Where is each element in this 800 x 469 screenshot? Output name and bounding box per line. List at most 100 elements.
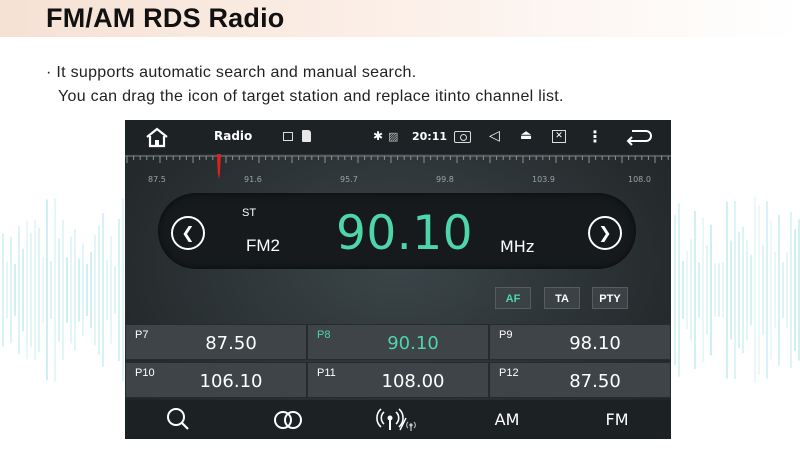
ta-button[interactable]: TA — [544, 287, 580, 309]
wave-bar — [114, 266, 116, 314]
wave-bar — [702, 217, 704, 363]
preset-frequency: 90.10 — [387, 333, 439, 354]
wave-bar — [746, 240, 748, 340]
wave-bar — [774, 252, 776, 328]
close-window-icon[interactable]: ✕ — [552, 130, 566, 143]
bottom-bar: AM FM — [125, 400, 671, 439]
wave-bar — [102, 213, 104, 367]
wave-bar — [66, 257, 68, 323]
preset-p11[interactable]: P11 108.00 — [307, 362, 489, 398]
preset-frequency: 87.50 — [205, 333, 257, 354]
page-title: FM/AM RDS Radio — [46, 3, 285, 33]
scale-label: 95.7 — [340, 175, 358, 184]
scale-label: 99.8 — [436, 175, 454, 184]
wave-bar — [742, 226, 744, 354]
seek-previous-button[interactable]: ❮ — [171, 216, 205, 250]
wave-bar — [778, 214, 780, 366]
wave-bar — [766, 201, 768, 379]
wave-bar — [30, 232, 32, 348]
camera-icon[interactable] — [454, 131, 471, 143]
wave-bar — [738, 231, 740, 349]
wave-bar — [50, 260, 52, 320]
wave-bar — [42, 256, 44, 324]
preset-p7[interactable]: P7 87.50 — [125, 324, 307, 360]
wave-bar — [730, 240, 732, 340]
wave-bar — [710, 224, 712, 356]
wave-bar — [754, 196, 756, 384]
tuner-scale[interactable] — [125, 154, 671, 194]
volume-icon[interactable]: ◁ — [489, 128, 500, 144]
home-icon[interactable] — [144, 126, 170, 148]
seek-next-button[interactable]: ❯ — [588, 216, 622, 250]
wave-bar — [82, 243, 84, 337]
wave-bar — [46, 199, 48, 381]
wave-bar — [690, 239, 692, 341]
rds-signal-icon[interactable] — [370, 400, 430, 439]
wave-bar — [26, 220, 28, 360]
wave-bar — [678, 203, 680, 377]
wave-bar — [54, 198, 56, 382]
preset-frequency: 87.50 — [569, 371, 621, 392]
wave-bar — [74, 228, 76, 352]
wave-bar — [786, 252, 788, 328]
description-line-2: You can drag the icon of target station … — [58, 88, 564, 105]
wave-bar — [758, 205, 760, 375]
wave-bar — [722, 262, 724, 318]
preset-p12[interactable]: P12 87.50 — [489, 362, 671, 398]
radio-screen: Radio ✱ ▨ 20:11 ◁ ⏏ ✕ ⋮ 87.5 91.6 95.7 99.8… — [125, 120, 671, 439]
preset-p8[interactable]: P8 90.10 — [307, 324, 489, 360]
no-signal-icon: ▨ — [388, 130, 399, 143]
image-icon — [283, 132, 293, 141]
wave-bar — [794, 229, 796, 351]
eject-icon[interactable]: ⏏ — [520, 128, 532, 143]
wave-bar — [18, 225, 20, 355]
wave-bar — [6, 261, 8, 319]
back-icon[interactable] — [624, 127, 652, 147]
wave-bar — [38, 227, 40, 353]
band-label: FM2 — [246, 236, 280, 255]
wave-bar — [734, 200, 736, 380]
wave-bar — [2, 233, 4, 347]
wave-bar — [86, 264, 88, 316]
scale-label: 108.0 — [628, 175, 651, 184]
af-button[interactable]: AF — [495, 287, 531, 309]
decorative-waves-left — [2, 198, 124, 382]
wave-bar — [78, 258, 80, 322]
wave-bar — [694, 211, 696, 369]
wave-bar — [714, 263, 716, 317]
scale-label: 103.9 — [532, 175, 555, 184]
wave-bar — [14, 264, 16, 316]
wave-bar — [110, 236, 112, 344]
wave-bar — [10, 236, 12, 344]
wave-bar — [118, 218, 120, 362]
tuner-needle[interactable] — [216, 154, 221, 179]
wave-bar — [706, 245, 708, 335]
title-banner: FM/AM RDS Radio — [0, 0, 800, 37]
wave-bar — [94, 234, 96, 346]
status-bar: Radio ✱ ▨ 20:11 ◁ ⏏ ✕ ⋮ — [125, 120, 671, 154]
frequency-display: 90.10 — [336, 206, 474, 261]
stereo-rings-icon[interactable] — [258, 400, 318, 439]
decorative-waves-right — [674, 196, 800, 384]
wave-bar — [98, 224, 100, 356]
fm-button[interactable]: FM — [587, 400, 647, 439]
wave-bar — [770, 220, 772, 360]
menu-icon[interactable]: ⋮ — [587, 127, 603, 146]
preset-p10[interactable]: P10 106.10 — [125, 362, 307, 398]
wave-bar — [718, 263, 720, 317]
wave-bar — [22, 248, 24, 332]
wave-bar — [782, 262, 784, 318]
wave-bar — [70, 236, 72, 344]
wave-bar — [698, 262, 700, 318]
preset-p9[interactable]: P9 98.10 — [489, 324, 671, 360]
description-line-1: · It supports automatic search and manua… — [46, 64, 417, 81]
scale-label: 91.6 — [244, 175, 262, 184]
wave-bar — [674, 215, 676, 365]
preset-frequency: 106.10 — [199, 371, 263, 392]
preset-frequency: 98.10 — [569, 333, 621, 354]
bluetooth-icon: ✱ — [373, 129, 384, 143]
wave-bar — [686, 251, 688, 329]
pty-button[interactable]: PTY — [592, 287, 628, 309]
am-button[interactable]: AM — [477, 400, 537, 439]
search-icon[interactable] — [149, 400, 209, 439]
